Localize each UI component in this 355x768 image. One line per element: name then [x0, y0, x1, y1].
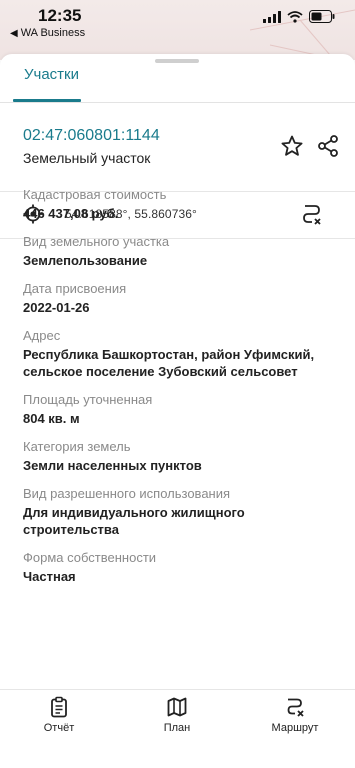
property-value: 804 кв. м [23, 411, 80, 426]
property-label: Вид разрешенного использования [23, 486, 231, 501]
property-cadastral-value: Кадастровая стоимость 446 437,08 руб. [23, 186, 343, 222]
battery-icon [309, 10, 335, 23]
property-value: Для индивидуального жилищного строительс… [23, 505, 245, 537]
property-assignment-date: Дата присвоения 2022-01-26 [23, 280, 343, 316]
property-value: Землепользование [23, 253, 148, 268]
cadastral-number[interactable]: 02:47:060801:1144 [23, 127, 160, 145]
report-icon [51, 696, 67, 718]
property-land-kind: Вид земельного участка Землепользование [23, 233, 343, 269]
property-label: Вид земельного участка [23, 234, 170, 249]
star-icon [281, 135, 303, 156]
share-icon [318, 135, 338, 157]
share-button[interactable] [316, 134, 340, 163]
favorite-button[interactable] [280, 134, 304, 163]
property-label: Площадь уточненная [23, 392, 153, 407]
nav-report-label: Отчёт [43, 722, 75, 734]
property-area: Площадь уточненная 804 кв. м [23, 391, 343, 427]
property-value: Республика Башкортостан, район Уфимский,… [23, 347, 315, 379]
property-value: Частная [23, 569, 76, 584]
property-value: 446 437,08 руб. [23, 206, 119, 221]
wifi-icon [287, 10, 303, 23]
chevron-left-icon: ◀ [10, 27, 18, 39]
property-label: Дата присвоения [23, 281, 127, 296]
property-label: Категория земель [23, 439, 131, 454]
tab-parcels[interactable]: Участки [24, 66, 79, 83]
property-land-category: Категория земель Земли населенных пункто… [23, 438, 343, 474]
property-ownership: Форма собственности Частная [23, 549, 343, 585]
nav-plan-button[interactable]: План [132, 696, 222, 734]
signal-icon [263, 10, 281, 23]
property-permitted-use: Вид разрешенного использования Для индив… [23, 485, 343, 538]
bottom-navigation: Отчёт План Маршрут [0, 690, 355, 768]
property-label: Адрес [23, 328, 61, 343]
property-value: Земли населенных пунктов [23, 458, 202, 473]
status-icons [263, 10, 335, 23]
tab-divider [0, 102, 355, 103]
status-bar: 12:35 ◀ WA Business [0, 0, 355, 44]
sheet-drag-handle[interactable] [155, 59, 199, 63]
nav-report-button[interactable]: Отчёт [14, 696, 104, 734]
property-label: Кадастровая стоимость [23, 187, 167, 202]
back-app-label: WA Business [20, 27, 86, 39]
parcel-properties-list: Кадастровая стоимость 446 437,08 руб. Ви… [23, 186, 343, 596]
route-icon [287, 698, 304, 717]
nav-plan-label: План [163, 722, 191, 734]
nav-route-label: Маршрут [271, 722, 319, 734]
back-to-app-link[interactable]: ◀ WA Business [10, 27, 85, 39]
nav-route-button[interactable]: Маршрут [250, 696, 340, 734]
status-time: 12:35 [38, 6, 82, 25]
map-icon [167, 697, 187, 717]
property-value: 2022-01-26 [23, 300, 90, 315]
parcel-type: Земельный участок [23, 150, 151, 166]
property-label: Форма собственности [23, 550, 157, 565]
property-address: Адрес Республика Башкортостан, район Уфи… [23, 327, 343, 380]
